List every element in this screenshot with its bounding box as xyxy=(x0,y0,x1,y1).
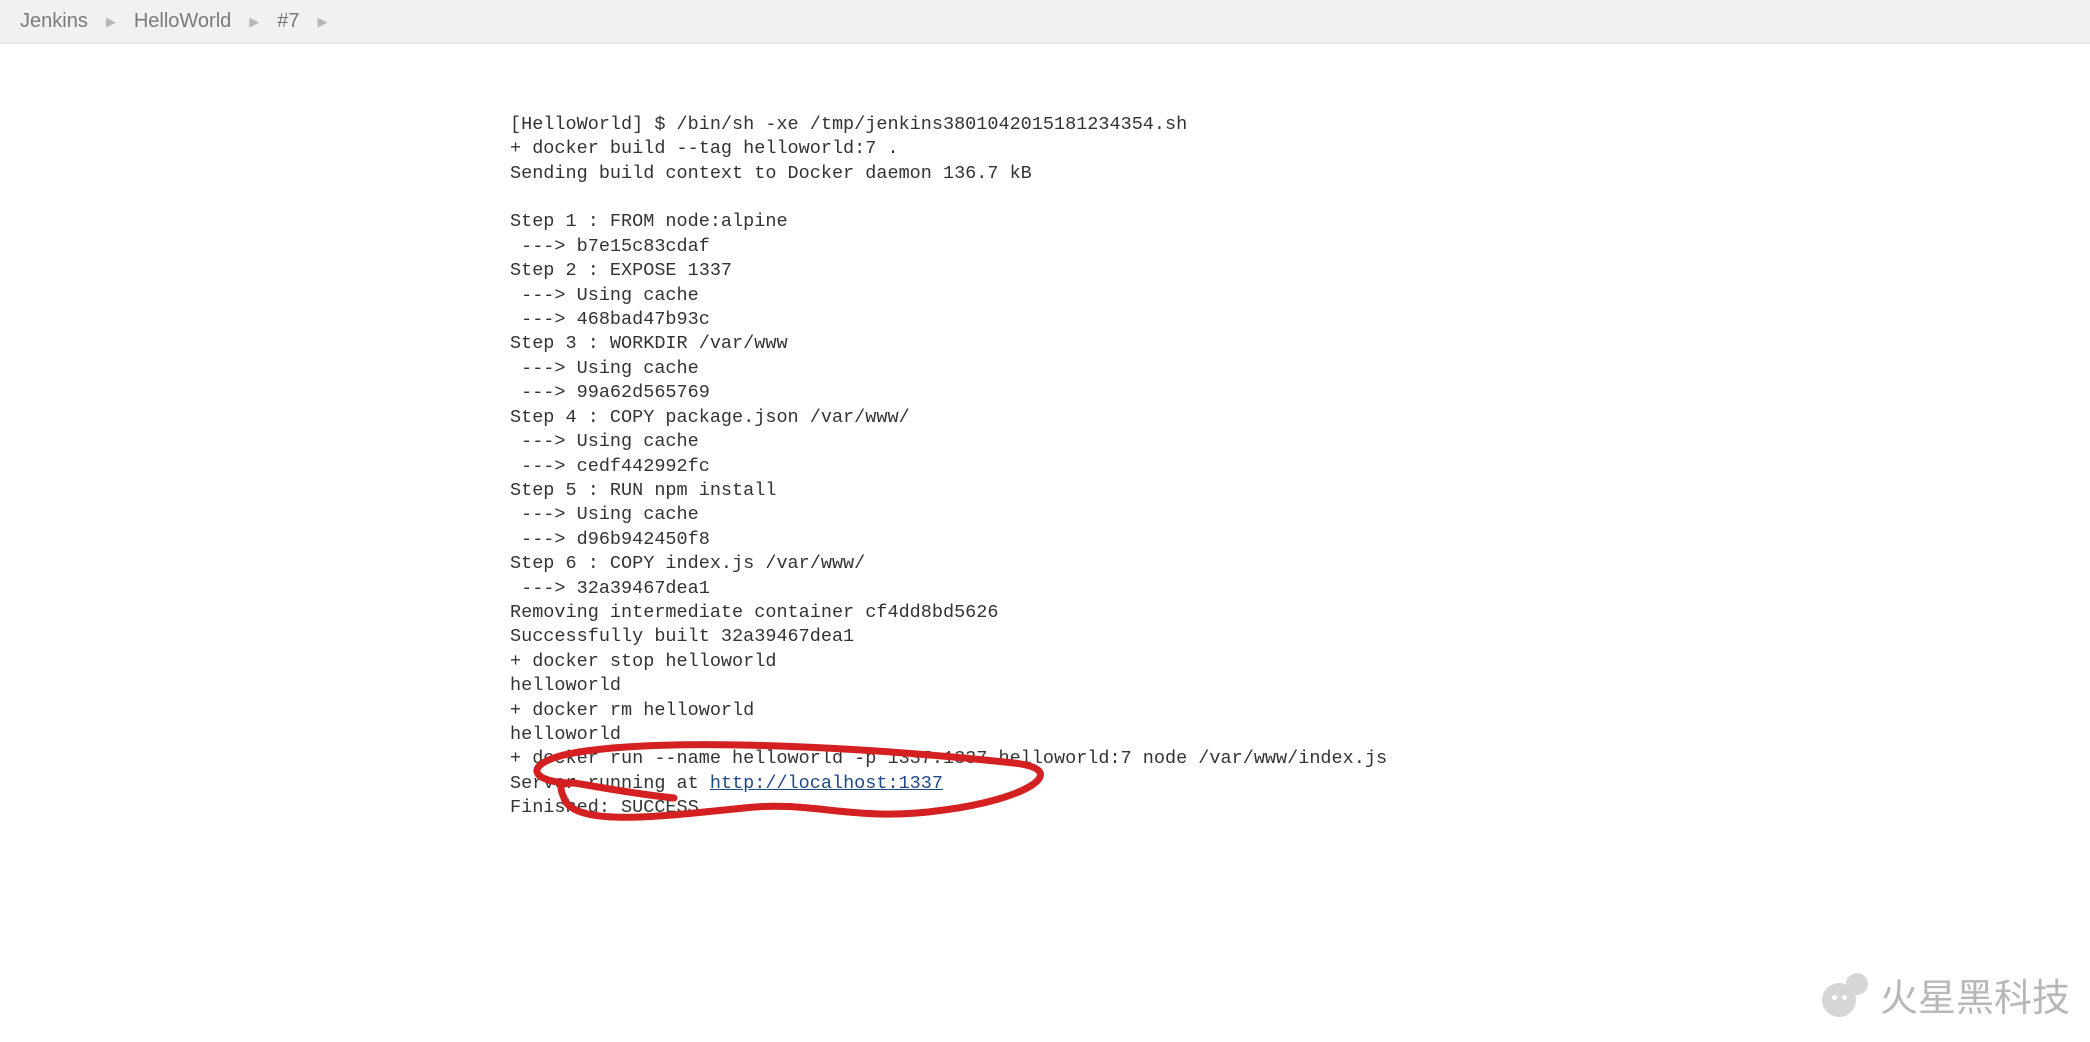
watermark: 火星黑科技 xyxy=(1822,967,2070,1022)
chevron-right-icon: ▶ xyxy=(318,14,328,30)
breadcrumb-job[interactable]: HelloWorld xyxy=(134,10,231,33)
console-finished-line: Finished: SUCCESS xyxy=(510,797,699,818)
breadcrumb-build[interactable]: #7 xyxy=(277,10,299,33)
watermark-text: 火星黑科技 xyxy=(1880,967,2070,1022)
console-line: Server running at xyxy=(510,773,710,794)
server-url-link[interactable]: http://localhost:1337 xyxy=(710,773,943,794)
chevron-right-icon: ▶ xyxy=(249,14,259,30)
breadcrumb: Jenkins ▶ HelloWorld ▶ #7 ▶ xyxy=(0,0,2090,44)
breadcrumb-root[interactable]: Jenkins xyxy=(20,10,88,33)
wechat-icon xyxy=(1822,973,1870,1017)
console-output: [HelloWorld] $ /bin/sh -xe /tmp/jenkins3… xyxy=(510,64,2090,869)
chevron-right-icon: ▶ xyxy=(106,14,116,30)
